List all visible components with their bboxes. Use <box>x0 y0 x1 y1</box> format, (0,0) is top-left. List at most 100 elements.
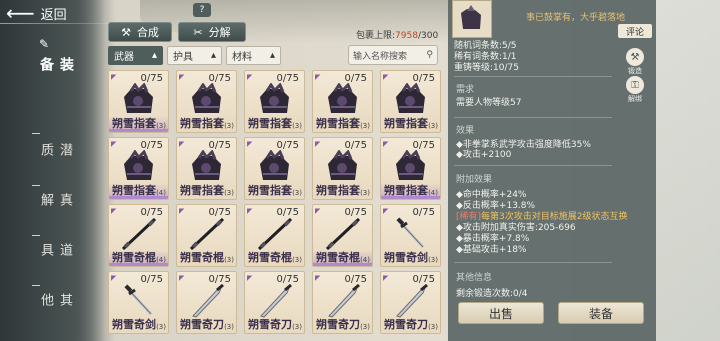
item-level: (3) <box>292 323 302 331</box>
bound-tag-icon: ◤ <box>315 274 321 282</box>
bound-tag-icon: ◤ <box>111 274 117 282</box>
comment-button[interactable]: 评论 <box>618 24 652 38</box>
reforge-level: 重铸等级:10/75 <box>454 63 519 73</box>
item-slot[interactable]: ◤ 0/75 朔雪指套 (3) <box>244 137 305 200</box>
nav-divider <box>32 285 40 286</box>
other-heading: 其他信息 <box>456 273 493 283</box>
staff-icon <box>323 217 363 251</box>
item-name: 朔雪奇棍 <box>180 251 224 264</box>
item-slot[interactable]: ◤ 0/75 朔雪指套 (3) <box>176 137 237 200</box>
item-level: (3) <box>156 323 166 331</box>
item-name: 朔雪指套 <box>316 184 360 197</box>
item-level: (3) <box>224 189 234 197</box>
item-slot[interactable]: ◤ 0/75 朔雪奇棍 (3) <box>244 204 305 267</box>
item-slot[interactable]: ◤ 0/75 朔雪指套 (4) <box>380 137 441 200</box>
item-slot[interactable]: ◤ 0/75 朔雪奇棍 (4) <box>312 204 373 267</box>
tab-true-solution[interactable]: 真解 <box>36 193 74 208</box>
item-title: 事已鼓掌有，大乎碧落地 <box>526 13 626 23</box>
item-level: (3) <box>360 189 370 197</box>
glove-icon <box>323 149 363 184</box>
back-label: 返回 <box>40 7 67 23</box>
sword-icon <box>119 284 159 318</box>
item-name: 朔雪指套 <box>384 184 428 197</box>
search-input[interactable]: 输入名称搜索 ⚲ <box>348 45 438 65</box>
item-slot[interactable]: ◤ 0/75 朔雪指套 (3) <box>244 70 305 133</box>
item-slot[interactable]: ◤ 0/75 朔雪指套 (3) <box>380 70 441 133</box>
item-slot[interactable]: ◤ 0/75 朔雪指套 (3) <box>108 70 169 133</box>
item-slot[interactable]: ◤ 0/75 朔雪奇剑 (3) <box>108 271 169 334</box>
item-slot[interactable]: ◤ 0/75 朔雪指套 (3) <box>176 70 237 133</box>
bound-tag-icon: ◤ <box>247 73 253 81</box>
item-level: (4) <box>156 256 166 264</box>
bound-tag-icon: ◤ <box>179 207 185 215</box>
anvil-icon: ⚒ <box>630 51 640 63</box>
decompose-label: 分解 <box>208 26 231 39</box>
blade-icon <box>323 283 363 318</box>
equip-button[interactable]: 装备 <box>558 302 644 324</box>
glove-icon <box>255 82 295 117</box>
forge-button[interactable]: ⚒ <box>626 48 644 66</box>
item-name: 朔雪奇刀 <box>248 318 292 331</box>
glove-icon <box>119 149 159 184</box>
decompose-icon: ✂ <box>193 25 203 39</box>
nav-divider <box>32 185 40 186</box>
item-name: 朔雪奇剑 <box>112 318 156 331</box>
item-level: (4) <box>156 189 166 197</box>
bag-capacity: 包裹上限:7958/300 <box>356 31 439 41</box>
glove-icon <box>323 82 363 117</box>
synthesize-label: 合成 <box>136 26 159 39</box>
glove-icon <box>187 149 227 184</box>
req-heading: 需求 <box>456 85 475 95</box>
unbind-button[interactable]: ⚿ <box>626 76 644 94</box>
divider <box>454 76 612 77</box>
filter-armor[interactable]: 护具 ▴ <box>167 46 222 65</box>
item-level: (3) <box>292 189 302 197</box>
bound-tag-icon: ◤ <box>383 73 389 81</box>
item-slot[interactable]: ◤ 0/75 朔雪指套 (4) <box>108 137 169 200</box>
tab-props[interactable]: 道具 <box>36 243 74 258</box>
item-slot[interactable]: ◤ 0/75 朔雪奇刀 (3) <box>380 271 441 334</box>
bullet-icon: ◆ <box>456 150 463 160</box>
item-slot[interactable]: ◤ 0/75 朔雪奇棍 (4) <box>108 204 169 267</box>
item-slot[interactable]: ◤ 0/75 朔雪奇刀 (3) <box>312 271 373 334</box>
item-slot[interactable]: ◤ 0/75 朔雪指套 (3) <box>312 137 373 200</box>
bound-tag-icon: ◤ <box>315 140 321 148</box>
item-level: (3) <box>428 122 438 130</box>
decompose-button[interactable]: ✂ 分解 <box>178 22 246 42</box>
bound-tag-icon: ◤ <box>179 140 185 148</box>
item-name: 朔雪指套 <box>180 117 224 130</box>
item-slot[interactable]: ◤ 0/75 朔雪奇剑 (3) <box>380 204 441 267</box>
synthesize-button[interactable]: ⚒ 合成 <box>108 22 172 42</box>
item-slot[interactable]: ◤ 0/75 朔雪指套 (3) <box>312 70 373 133</box>
back-button[interactable]: ⟵ 返回 <box>6 2 67 24</box>
tab-other[interactable]: 其他 <box>36 293 74 308</box>
sell-button[interactable]: 出售 <box>458 302 544 324</box>
item-level: (3) <box>224 256 234 264</box>
tab-potential[interactable]: 潜质 <box>36 143 74 158</box>
sword-icon <box>391 217 431 251</box>
bound-tag-icon: ◤ <box>247 274 253 282</box>
divider <box>454 165 612 166</box>
tab-equipment[interactable]: 装备 <box>36 57 76 73</box>
help-button[interactable]: ? <box>193 3 211 17</box>
effect-2: ◆攻击+2100 <box>456 150 512 160</box>
item-name: 朔雪指套 <box>248 117 292 130</box>
other-value: 剩余锻造次数:0/4 <box>456 289 528 299</box>
search-icon[interactable]: ⚲ <box>426 50 433 60</box>
bound-tag-icon: ◤ <box>111 73 117 81</box>
filter-weapon[interactable]: 武器 ▴ <box>108 46 163 65</box>
item-name: 朔雪奇刀 <box>180 318 224 331</box>
divider <box>454 262 612 263</box>
item-name: 朔雪指套 <box>384 117 428 130</box>
item-slot[interactable]: ◤ 0/75 朔雪奇刀 (3) <box>244 271 305 334</box>
effect-heading: 效果 <box>456 126 475 136</box>
filter-material[interactable]: 材料 ▴ <box>226 46 281 65</box>
glove-icon <box>461 5 481 29</box>
bound-tag-icon: ◤ <box>179 274 185 282</box>
chevron-up-icon: ▴ <box>269 50 275 61</box>
item-name: 朔雪奇刀 <box>384 318 428 331</box>
item-slot[interactable]: ◤ 0/75 朔雪奇棍 (3) <box>176 204 237 267</box>
item-name: 朔雪奇剑 <box>384 251 428 264</box>
item-slot[interactable]: ◤ 0/75 朔雪奇刀 (3) <box>176 271 237 334</box>
item-level: (3) <box>428 256 438 264</box>
